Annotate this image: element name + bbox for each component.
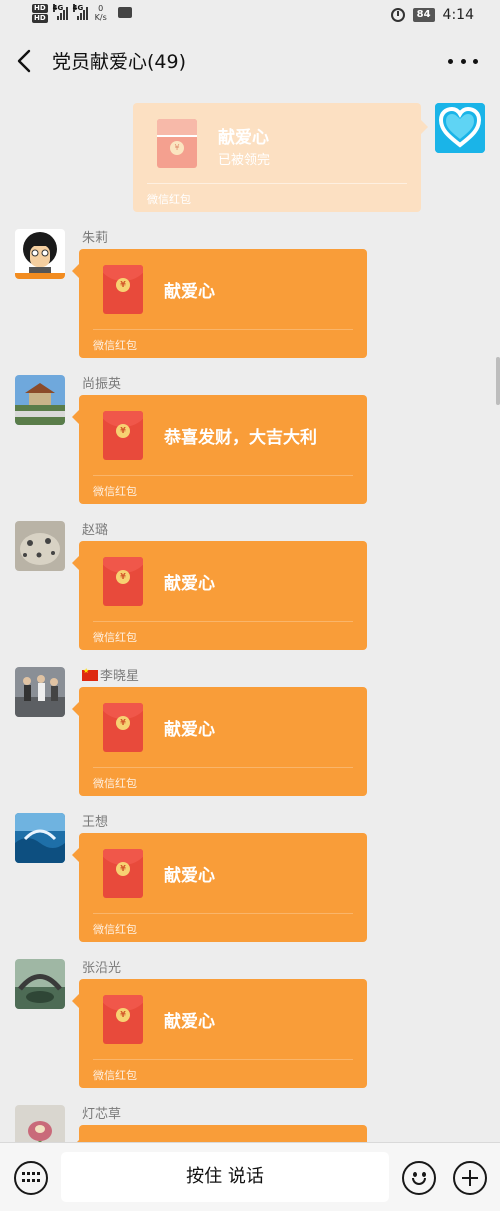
dot-icon bbox=[448, 58, 453, 64]
red-packet-footer: 微信红包 bbox=[147, 193, 191, 206]
avatar[interactable] bbox=[15, 959, 65, 1009]
red-packet-opened[interactable]: ¥ 献爱心 已被领完 微信红包 bbox=[133, 103, 428, 212]
dot-icon bbox=[473, 58, 478, 64]
network-type-label: 4G bbox=[52, 4, 64, 12]
chat-header: 党员献爱心(49) bbox=[0, 34, 500, 88]
red-packet-footer: 微信红包 bbox=[93, 923, 137, 936]
coin-icon: ¥ bbox=[116, 1008, 130, 1022]
divider bbox=[93, 913, 353, 914]
hd-label: HD bbox=[32, 4, 48, 13]
red-packet-bubble[interactable]: ¥ 献爱心 微信红包 bbox=[72, 833, 367, 942]
cartoon-girl-avatar-icon bbox=[15, 229, 65, 279]
emoji-button[interactable] bbox=[402, 1161, 436, 1195]
sender-name: 赵璐 bbox=[82, 523, 109, 538]
red-packet-envelope-icon: ¥ bbox=[103, 557, 143, 606]
red-packet-bubble[interactable]: ¥ 恭喜发财，大吉大利 微信红包 bbox=[72, 395, 367, 504]
divider bbox=[93, 475, 353, 476]
avatar[interactable] bbox=[15, 813, 65, 863]
red-packet-bubble[interactable]: ¥ 献爱心 微信红包 bbox=[72, 541, 367, 650]
notification-icon bbox=[117, 7, 132, 18]
red-packet-title: 献爱心 bbox=[164, 282, 215, 302]
divider bbox=[147, 183, 407, 184]
avatar[interactable] bbox=[15, 375, 65, 425]
sender-name: 尚振英 bbox=[82, 377, 122, 392]
network-speed: 0 K/s bbox=[95, 4, 107, 22]
chat-title: 党员献爱心(49) bbox=[52, 51, 187, 73]
pavilion-photo-avatar-icon bbox=[15, 375, 65, 425]
bridge-photo-avatar-icon bbox=[15, 959, 65, 1009]
coin-icon: ¥ bbox=[116, 716, 130, 730]
sender-name-text: 李晓星 bbox=[100, 669, 140, 684]
red-packet-footer: 微信红包 bbox=[93, 777, 137, 790]
hd-label: HD bbox=[32, 14, 48, 23]
sender-name: 朱莉 bbox=[82, 231, 109, 246]
more-functions-button[interactable] bbox=[453, 1161, 487, 1195]
sender-name: 张沿光 bbox=[82, 961, 122, 976]
coin-icon: ¥ bbox=[116, 278, 130, 292]
red-packet-envelope-icon: ¥ bbox=[103, 411, 143, 460]
red-packet-envelope-icon: ¥ bbox=[157, 119, 197, 168]
hd-indicator: HD HD bbox=[32, 4, 48, 23]
clock: 4:14 bbox=[442, 7, 474, 23]
divider bbox=[93, 1059, 353, 1060]
back-arrow-icon bbox=[17, 49, 31, 73]
network-type-label: 4G bbox=[72, 4, 84, 12]
red-packet-footer: 微信红包 bbox=[93, 1069, 137, 1082]
red-packet-envelope-icon: ¥ bbox=[103, 265, 143, 314]
input-bar: 按住 说话 bbox=[0, 1142, 500, 1211]
red-packet-envelope-icon: ¥ bbox=[103, 849, 143, 898]
red-packet-footer: 微信红包 bbox=[93, 485, 137, 498]
red-packet-title: 献爱心 bbox=[164, 720, 215, 740]
coin-icon: ¥ bbox=[170, 141, 184, 155]
leopard-photo-avatar-icon bbox=[15, 521, 65, 571]
network-speed-unit: K/s bbox=[94, 13, 107, 22]
red-packet-bubble[interactable]: ¥ 献爱心 微信红包 bbox=[72, 687, 367, 796]
china-flag-icon bbox=[82, 667, 98, 681]
ocean-photo-avatar-icon bbox=[15, 813, 65, 863]
red-packet-envelope-icon: ¥ bbox=[103, 995, 143, 1044]
avatar[interactable] bbox=[15, 521, 65, 571]
divider bbox=[93, 329, 353, 330]
red-packet-status: 已被领完 bbox=[218, 153, 271, 168]
red-packet-title: 恭喜发财，大吉大利 bbox=[164, 428, 317, 448]
scrollbar[interactable] bbox=[496, 357, 500, 405]
avatar[interactable] bbox=[15, 229, 65, 279]
red-packet-title: 献爱心 bbox=[164, 574, 215, 594]
alarm-icon bbox=[390, 8, 405, 22]
signal-icon: 4G bbox=[52, 4, 68, 20]
red-packet-title: 献爱心 bbox=[164, 1012, 215, 1032]
red-packet-footer: 微信红包 bbox=[93, 631, 137, 644]
red-packet-bubble[interactable]: ¥ 献爱心 微信红包 bbox=[72, 979, 367, 1088]
status-bar: HD HD 4G 4G 0 K/s 84 4:14 bbox=[0, 0, 500, 34]
sender-name: 灯芯草 bbox=[82, 1107, 122, 1122]
coin-icon: ¥ bbox=[116, 424, 130, 438]
coin-icon: ¥ bbox=[116, 570, 130, 584]
red-packet-title: 献爱心 bbox=[164, 866, 215, 886]
battery-indicator: 84 bbox=[412, 8, 435, 22]
red-packet-bubble[interactable]: ¥ 献爱心 微信红包 bbox=[72, 249, 367, 358]
divider bbox=[93, 621, 353, 622]
avatar[interactable] bbox=[15, 667, 65, 717]
red-packet-envelope-icon: ¥ bbox=[103, 703, 143, 752]
emoji-icon bbox=[413, 1172, 417, 1177]
divider bbox=[93, 767, 353, 768]
network-speed-value: 0 bbox=[98, 4, 104, 13]
dot-icon bbox=[460, 58, 466, 64]
hold-to-talk-button[interactable]: 按住 说话 bbox=[61, 1152, 389, 1202]
keyboard-icon bbox=[22, 1172, 40, 1184]
my-avatar[interactable] bbox=[435, 103, 485, 153]
red-packet-footer: 微信红包 bbox=[93, 339, 137, 352]
coin-icon: ¥ bbox=[116, 862, 130, 876]
heart-icon bbox=[435, 103, 485, 153]
keyboard-toggle-button[interactable] bbox=[14, 1161, 48, 1195]
sender-name: 李晓星 bbox=[82, 665, 139, 684]
sender-name: 王想 bbox=[82, 815, 109, 830]
people-photo-avatar-icon bbox=[15, 667, 65, 717]
back-button[interactable] bbox=[14, 46, 36, 76]
signal-icon: 4G bbox=[72, 4, 88, 20]
more-options-button[interactable] bbox=[448, 48, 478, 74]
red-packet-title: 献爱心 bbox=[218, 128, 269, 148]
